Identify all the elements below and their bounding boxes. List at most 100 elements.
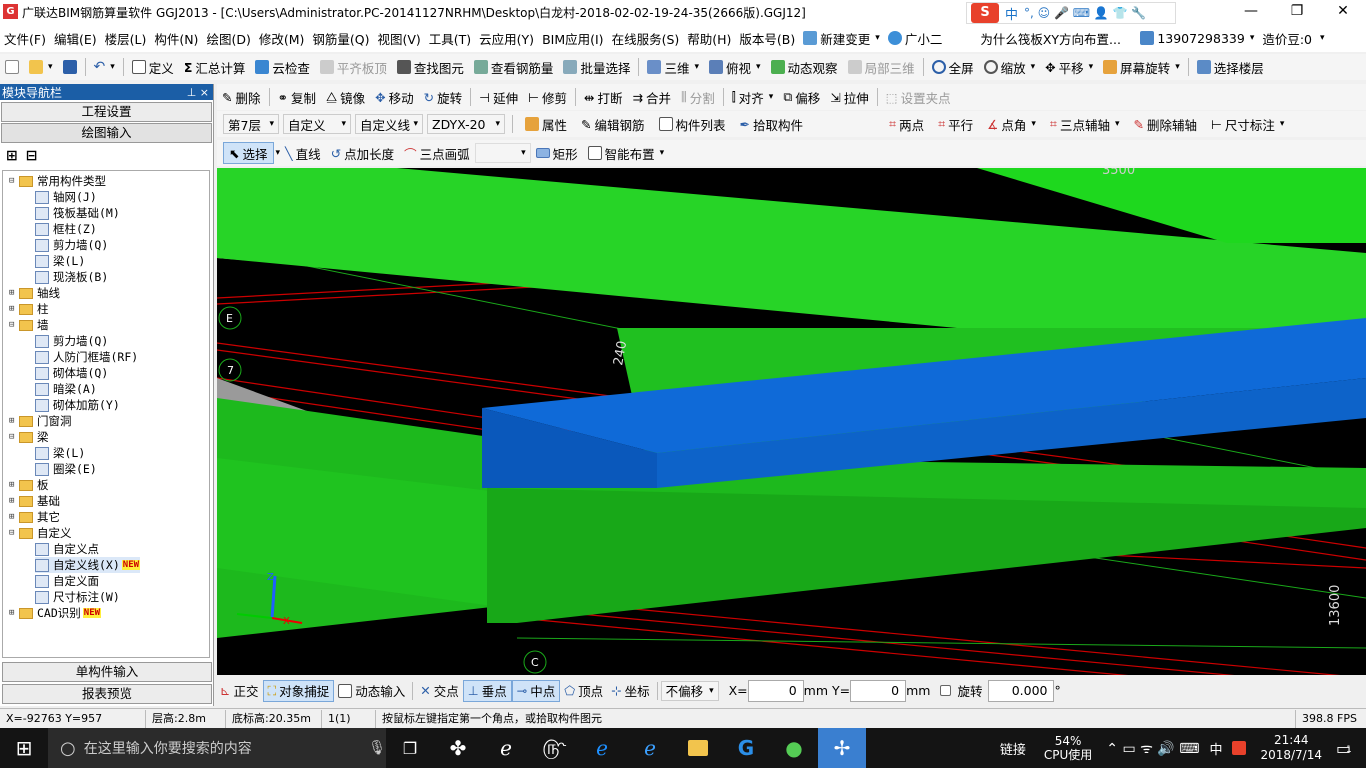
- perpendicular-snap[interactable]: ⊥ 垂点: [462, 679, 512, 702]
- select-tool-button[interactable]: ⬉ 选择: [223, 142, 274, 164]
- start-button[interactable]: ⊞: [0, 728, 48, 768]
- type-select[interactable]: 自定义 ▾: [283, 114, 351, 134]
- arc-mode-select[interactable]: ▾: [474, 143, 531, 163]
- tree-item[interactable]: 砌体加筋(Y): [35, 397, 120, 413]
- taskbar-app-explorer[interactable]: [674, 728, 722, 768]
- menu-component[interactable]: 构件(N): [150, 29, 202, 48]
- flush-slab-button[interactable]: 平齐板顶: [315, 56, 392, 78]
- menu-view[interactable]: 视图(V): [373, 29, 424, 48]
- break-button[interactable]: ⇹ 打断: [579, 86, 628, 108]
- properties-button[interactable]: 属性: [520, 113, 572, 135]
- parallel-axis-button[interactable]: ⌗ 平行: [933, 113, 978, 135]
- floor-select[interactable]: 第7层 ▾: [223, 114, 279, 134]
- tray-icons[interactable]: ⌃ ▭ ᯤ 🔊 ⌨: [1106, 739, 1199, 758]
- mirror-button[interactable]: ⧋ 镜像: [321, 86, 370, 108]
- delete-aux-axis-button[interactable]: ✎ 删除辅轴: [1129, 113, 1203, 135]
- tree-group[interactable]: ⊟ 墙: [9, 317, 49, 333]
- ime-tools-icon[interactable]: °, ☺ 🎤 ⌨ 👤 👕 🔧: [1024, 6, 1146, 20]
- 3d-viewport[interactable]: 3500 240 13600 E 7 C Z X: [217, 168, 1366, 675]
- set-grip-button[interactable]: ⬚ 设置夹点: [881, 86, 956, 108]
- menu-edit[interactable]: 编辑(E): [50, 29, 101, 48]
- tree-item[interactable]: 圈梁(E): [35, 461, 97, 477]
- offset-mode-select[interactable]: 不偏移 ▾: [660, 680, 719, 701]
- dynamic-orbit-button[interactable]: 动态观察: [766, 56, 843, 78]
- undo-button[interactable]: ↶ ▾: [89, 56, 120, 78]
- taskbar-search[interactable]: ○ 在这里输入你要搜索的内容 🎙: [48, 728, 386, 768]
- tree-item[interactable]: 人防门框墙(RF): [35, 349, 138, 365]
- microphone-icon[interactable]: 🎙: [368, 740, 386, 756]
- collapse-icon[interactable]: ⊟: [9, 176, 19, 186]
- assistant-button[interactable]: 广小二: [884, 29, 947, 48]
- clock[interactable]: 21:44 2018/7/14: [1260, 733, 1322, 763]
- pan-button[interactable]: ✥ 平移 ▾: [1040, 56, 1098, 78]
- collapse-icon[interactable]: ⊟: [9, 528, 19, 538]
- screen-rotate-button[interactable]: 屏幕旋转 ▾: [1098, 56, 1185, 78]
- 3d-view-button[interactable]: 三维 ▾: [642, 56, 704, 78]
- tree-group[interactable]: ⊞ 柱: [9, 301, 49, 317]
- cpu-monitor[interactable]: 54% CPU使用: [1044, 734, 1092, 762]
- tree-group[interactable]: ⊞ 板: [9, 477, 49, 493]
- split-button[interactable]: ⫼ 分割: [676, 86, 720, 108]
- align-button[interactable]: ⫿ 对齐 ▾: [727, 86, 779, 108]
- tree-item[interactable]: 暗梁(A): [35, 381, 97, 397]
- collapse-icon[interactable]: ⊟: [9, 432, 19, 442]
- tree-group[interactable]: ⊞ 其它: [9, 509, 60, 525]
- taskbar-app-ie[interactable]: ℯ: [626, 728, 674, 768]
- taskbar-app-active[interactable]: ✢: [818, 728, 866, 768]
- tree-item[interactable]: 轴网(J): [35, 189, 97, 205]
- ime-lang[interactable]: 中: [1005, 4, 1018, 23]
- rect-tool-button[interactable]: 矩形: [531, 142, 583, 164]
- tree-item[interactable]: 自定义面: [35, 573, 99, 589]
- delete-button[interactable]: ✎ 删除: [217, 86, 266, 108]
- beans-dropdown-icon[interactable]: ▾: [1316, 33, 1329, 43]
- user-account[interactable]: 13907298339 ▾: [1136, 31, 1258, 46]
- menu-floor[interactable]: 楼层(L): [101, 29, 151, 48]
- dimension-button[interactable]: ⊢ 尺寸标注 ▾: [1206, 113, 1289, 135]
- tree-group[interactable]: ⊟ 常用构件类型: [9, 173, 106, 189]
- summary-calc-button[interactable]: Σ 汇总计算: [179, 56, 251, 78]
- taskbar-app-fan[interactable]: ✤: [434, 728, 482, 768]
- expand-icon[interactable]: ⊞: [9, 608, 19, 618]
- drawing-input-button[interactable]: 绘图输入: [1, 123, 212, 143]
- edit-rebar-button[interactable]: ✎ 编辑钢筋: [576, 113, 650, 135]
- 3d-scene[interactable]: 3500 240 13600 E 7 C Z X: [217, 168, 1366, 675]
- tree-item[interactable]: 框柱(Z): [35, 221, 97, 237]
- expand-icon[interactable]: ⊞: [9, 512, 19, 522]
- expand-icon[interactable]: ⊞: [9, 416, 19, 426]
- tree-group[interactable]: ⊞ 门窗洞: [9, 413, 72, 429]
- menu-cloud[interactable]: 云应用(Y): [475, 29, 538, 48]
- rotate-checkbox[interactable]: [940, 685, 952, 696]
- point-length-button[interactable]: ↺ 点加长度: [326, 142, 400, 164]
- tree-item[interactable]: 自定义点: [35, 541, 99, 557]
- save-button[interactable]: [58, 56, 82, 78]
- component-list-button[interactable]: 构件列表: [654, 113, 731, 135]
- sogou-logo-icon[interactable]: S: [971, 3, 999, 23]
- stretch-button[interactable]: ⇲ 拉伸: [825, 86, 874, 108]
- top-view-button[interactable]: 俯视 ▾: [704, 56, 766, 78]
- object-snap-toggle[interactable]: ⛶ 对象捕捉: [262, 679, 335, 702]
- ortho-toggle[interactable]: ⊾ 正交: [216, 680, 263, 702]
- rotate-button[interactable]: ↻ 旋转: [419, 86, 468, 108]
- tree-group[interactable]: ⊟ 梁: [9, 429, 49, 445]
- trim-button[interactable]: ⊢ 修剪: [523, 86, 572, 108]
- define-button[interactable]: 定义: [127, 56, 179, 78]
- tree-item[interactable]: 筏板基础(M): [35, 205, 120, 221]
- menu-version[interactable]: 版本号(B): [735, 29, 799, 48]
- menu-tools[interactable]: 工具(T): [425, 29, 475, 48]
- sogou-tray-icon[interactable]: [1232, 741, 1247, 755]
- tree-item[interactable]: 剪力墙(Q): [35, 237, 108, 253]
- collapse-icon[interactable]: ⊟: [9, 320, 19, 330]
- zoom-button[interactable]: 缩放 ▾: [979, 56, 1041, 78]
- minimize-button[interactable]: —: [1228, 0, 1274, 24]
- expand-icon[interactable]: ⊞: [9, 288, 19, 298]
- single-input-button[interactable]: 单构件输入: [2, 662, 212, 682]
- move-button[interactable]: ✥ 移动: [370, 86, 419, 108]
- taskbar-app-edge[interactable]: ℯ: [482, 728, 530, 768]
- open-file-button[interactable]: ▾: [24, 56, 58, 78]
- vertex-snap[interactable]: ⬠ 顶点: [560, 680, 607, 702]
- subtype-select[interactable]: 自定义线 ▾: [355, 114, 423, 134]
- menu-help[interactable]: 帮助(H): [683, 29, 735, 48]
- menu-bim[interactable]: BIM应用(I): [538, 29, 608, 48]
- tree-item[interactable]: 梁(L): [35, 445, 85, 461]
- extend-button[interactable]: ⊣ 延伸: [474, 86, 523, 108]
